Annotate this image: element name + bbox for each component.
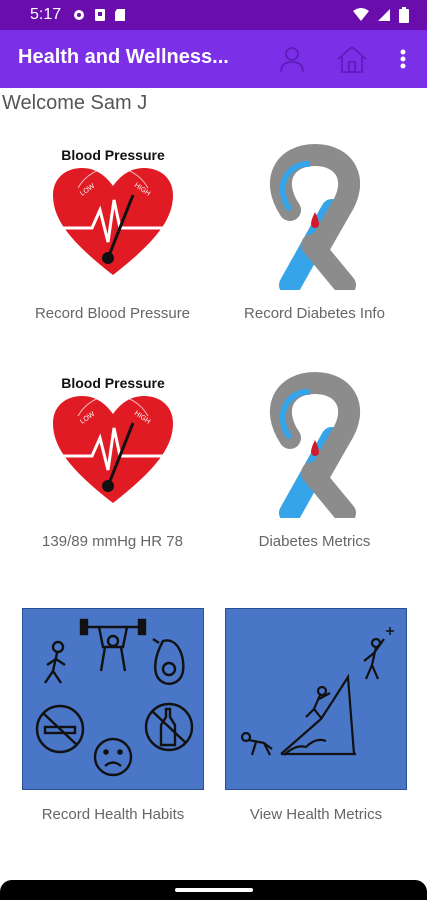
blood-pressure-heart-icon: Blood Pressure LOW HIGH bbox=[52, 375, 173, 503]
health-habits-image bbox=[22, 608, 204, 790]
home-icon bbox=[337, 45, 367, 73]
system-icons bbox=[353, 7, 409, 23]
sad-face-icon bbox=[93, 737, 133, 777]
app-notification-icon bbox=[95, 9, 105, 21]
battery-icon bbox=[399, 7, 409, 23]
record-diabetes-info-tile[interactable]: Record Diabetes Info bbox=[222, 140, 407, 330]
no-smoking-icon bbox=[35, 704, 85, 754]
welcome-text: Welcome Sam J bbox=[2, 92, 148, 114]
walking-person-icon bbox=[44, 640, 66, 684]
app-title: Health and Wellness... bbox=[18, 46, 229, 68]
diabetes-ribbon-icon bbox=[269, 143, 360, 290]
diabetes-metrics-label: Diabetes Metrics bbox=[258, 533, 371, 550]
record-health-habits-tile[interactable]: Record Health Habits bbox=[22, 608, 204, 833]
avocado-icon bbox=[152, 638, 185, 685]
notification-icons bbox=[72, 8, 126, 22]
record-blood-pressure-label: Record Blood Pressure bbox=[34, 305, 191, 322]
record-blood-pressure-tile[interactable]: Blood Pressure LOW HIGH Record Blood Pre… bbox=[20, 140, 205, 330]
star-sparkle-icon bbox=[386, 627, 394, 635]
status-time: 5:17 bbox=[30, 6, 62, 23]
wifi-icon bbox=[353, 8, 369, 21]
sd-card-icon bbox=[115, 9, 125, 21]
overflow-menu-button[interactable] bbox=[386, 42, 420, 76]
app-bar: Health and Wellness... bbox=[0, 30, 427, 88]
person-icon bbox=[280, 47, 304, 73]
blood-pressure-heart-icon: Blood Pressure LOW HIGH bbox=[52, 147, 173, 275]
svg-text:Blood Pressure: Blood Pressure bbox=[61, 147, 165, 163]
view-health-metrics-label: View Health Metrics bbox=[249, 806, 383, 823]
blood-pressure-reading-label: 139/89 mmHg HR 78 bbox=[42, 533, 183, 550]
status-bar: 5:17 bbox=[0, 0, 427, 30]
record-health-habits-label: Record Health Habits bbox=[41, 806, 185, 823]
record-diabetes-info-label: Record Diabetes Info bbox=[244, 305, 385, 322]
blood-pressure-reading-tile[interactable]: Blood Pressure LOW HIGH 139/89 mmHg HR 7… bbox=[20, 368, 205, 558]
more-vert-icon bbox=[400, 49, 406, 69]
diabetes-metrics-tile[interactable]: Diabetes Metrics bbox=[222, 368, 407, 558]
gesture-nav-bar bbox=[0, 880, 427, 900]
weightlifting-icon bbox=[79, 618, 147, 672]
home-button[interactable] bbox=[335, 42, 369, 76]
health-metrics-image bbox=[225, 608, 407, 790]
climbing-mountain-icon bbox=[240, 637, 385, 756]
signal-icon bbox=[378, 9, 390, 21]
home-gesture-handle[interactable] bbox=[175, 888, 253, 892]
no-alcohol-icon bbox=[144, 702, 194, 752]
diabetes-ribbon-icon bbox=[269, 371, 360, 518]
profile-button[interactable] bbox=[275, 42, 309, 76]
view-health-metrics-tile[interactable]: View Health Metrics bbox=[225, 608, 407, 833]
settings-gear-icon bbox=[74, 10, 84, 20]
svg-text:Blood Pressure: Blood Pressure bbox=[61, 375, 165, 391]
